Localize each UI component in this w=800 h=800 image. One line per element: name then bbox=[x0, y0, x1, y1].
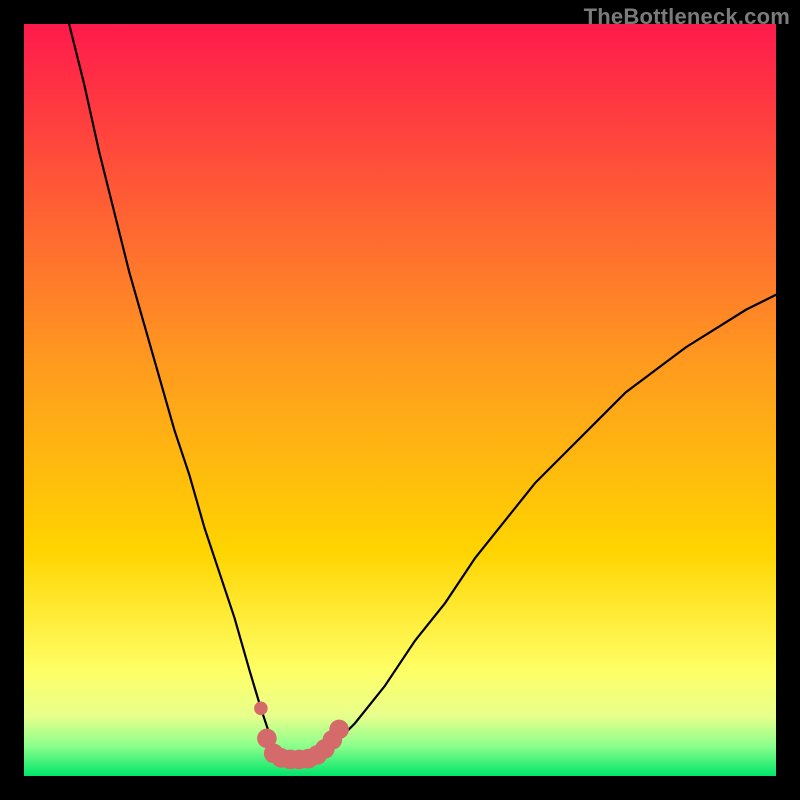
bottleneck-chart bbox=[24, 24, 776, 776]
marker-dot bbox=[329, 720, 349, 740]
watermark-text: TheBottleneck.com bbox=[584, 4, 790, 30]
chart-frame bbox=[24, 24, 776, 776]
marker-dot bbox=[254, 702, 268, 716]
